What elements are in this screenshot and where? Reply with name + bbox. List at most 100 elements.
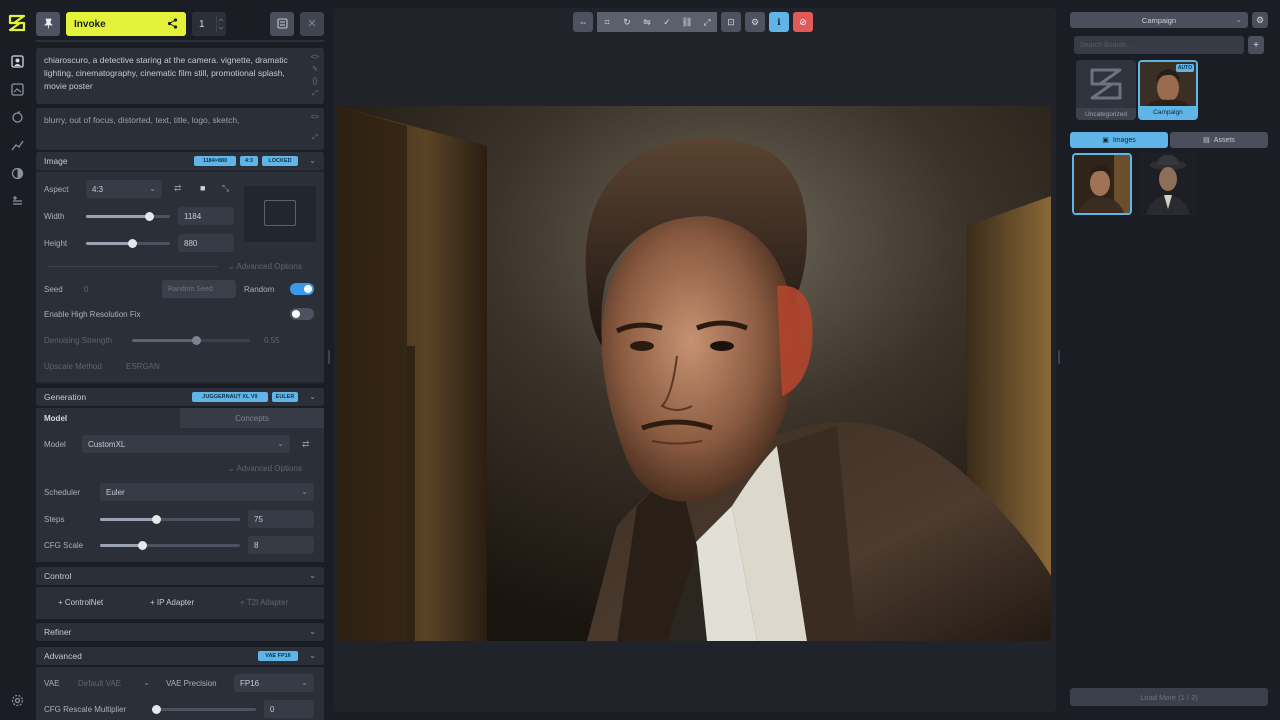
cfg-slider-thumb[interactable] [137, 541, 147, 550]
tab-concepts[interactable]: Concepts [180, 408, 324, 428]
image-icon[interactable] [9, 53, 25, 69]
add-board-button[interactable]: + [1248, 36, 1264, 54]
model-icon[interactable] [9, 137, 25, 153]
board-campaign[interactable]: AUTO Campaign [1138, 60, 1198, 120]
image-section-header[interactable]: Image 1184×880 4:3 LOCKED ⌄ [36, 152, 324, 170]
add-controlnet-button[interactable]: + ControlNet [58, 598, 103, 607]
board-uncategorized[interactable]: Uncategorized [1076, 60, 1136, 120]
tab-images[interactable]: ▣ Images [1070, 132, 1168, 148]
width-input[interactable]: 1184 [178, 207, 234, 225]
flip-button[interactable]: ⇋ [637, 12, 657, 32]
negative-embedding-icon[interactable]: <> [310, 112, 320, 124]
control-section-header[interactable]: Control ⌄ [36, 567, 324, 585]
image-advanced-label: Advanced Options [236, 262, 302, 271]
negative-prompt-field[interactable]: blurry, out of focus, distorted, text, t… [36, 108, 324, 150]
compare-button[interactable]: ⇔ [573, 12, 593, 32]
load-more-button[interactable]: Load More (1 / 2) [1070, 688, 1268, 706]
logo-icon[interactable] [6, 12, 28, 34]
gallery-panel: Campaign ⌄ ⚙ Search Boards... + Uncatego… [1064, 0, 1280, 720]
gallery-image-1[interactable] [1072, 153, 1132, 215]
height-input[interactable]: 880 [178, 234, 234, 252]
board-select[interactable]: Campaign ⌄ [1070, 12, 1248, 28]
cfg-rescale-slider[interactable] [152, 705, 256, 714]
steps-slider[interactable] [100, 515, 240, 524]
embedding-icon[interactable]: <> [310, 52, 320, 64]
board-search-input[interactable]: Search Boards... [1074, 36, 1244, 54]
cfg-rescale-thumb[interactable] [152, 705, 161, 714]
positive-prompt-field[interactable]: chiaroscuro, a detective staring at the … [36, 48, 324, 104]
expand-button[interactable]: ⤢ [697, 12, 717, 32]
generation-advanced-label: Advanced Options [236, 464, 302, 473]
aspect-preview [244, 186, 316, 242]
swap-icon[interactable]: ⇄ [174, 183, 182, 194]
expand-icon[interactable]: ⤢ [310, 88, 320, 100]
cfg-slider[interactable] [100, 541, 240, 550]
clear-queue-button[interactable] [300, 12, 324, 36]
canvas-icon[interactable] [9, 81, 25, 97]
negative-expand-icon[interactable]: ⤢ [310, 132, 320, 144]
height-slider[interactable] [86, 239, 170, 248]
height-slider-thumb[interactable] [127, 239, 137, 248]
pin-button[interactable] [36, 12, 60, 36]
seed-input[interactable]: 0 [78, 280, 154, 298]
info-button[interactable]: ℹ [769, 12, 789, 32]
right-resize-handle[interactable] [1058, 350, 1060, 364]
refresh-icon[interactable]: ⇄ [302, 439, 310, 450]
invoke-button[interactable]: Invoke [66, 12, 186, 36]
ratio-badge: 4:3 [240, 156, 258, 166]
link-button[interactable]: ⛓ [677, 12, 697, 32]
delete-button[interactable]: ⊘ [793, 12, 813, 32]
queue-icon[interactable] [9, 165, 25, 181]
cfg-rescale-input[interactable]: 0 [264, 700, 314, 718]
cfg-input[interactable]: 8 [248, 536, 314, 554]
tab-assets[interactable]: ▤ Assets [1170, 132, 1268, 148]
cancel-queue-button[interactable] [270, 12, 294, 36]
optimal-size-icon[interactable]: ⤡ [222, 183, 229, 194]
gallery-image-2[interactable] [1138, 153, 1198, 215]
iterations-input[interactable]: 1 [192, 12, 226, 36]
lock-icon[interactable]: ■ [200, 183, 205, 193]
upscale-select[interactable]: ESRGAN [120, 357, 314, 375]
gear-button[interactable]: ⚙ [745, 12, 765, 32]
width-slider[interactable] [86, 212, 170, 221]
steps-input[interactable]: 75 [248, 510, 314, 528]
random-seed-toggle[interactable] [290, 283, 314, 295]
locked-badge: LOCKED [262, 156, 298, 166]
hrf-toggle[interactable] [290, 308, 314, 320]
vae-select[interactable]: Default VAE ⌄ [72, 674, 156, 692]
denoise-input[interactable]: 0.55 [258, 331, 314, 349]
steps-slider-thumb[interactable] [151, 515, 161, 524]
rotate-button[interactable]: ↻ [617, 12, 637, 32]
layers-icon[interactable] [9, 193, 25, 209]
settings-icon[interactable] [9, 692, 25, 708]
scheduler-select[interactable]: Euler ⌄ [100, 483, 314, 501]
add-t2i-adapter-button[interactable]: + T2I Adapter [240, 598, 288, 607]
width-slider-thumb[interactable] [144, 212, 154, 221]
edit-icon[interactable]: ✎ [310, 64, 320, 76]
generation-section-header[interactable]: Generation JUGGERNAUT XL V9 EULER ⌄ [36, 388, 324, 406]
refiner-section-header[interactable]: Refiner ⌄ [36, 623, 324, 641]
check-button[interactable]: ✓ [657, 12, 677, 32]
model-select[interactable]: CustomXL ⌄ [82, 435, 290, 453]
random-seed-button[interactable]: Random Seed [162, 280, 236, 298]
iterations-stepper[interactable] [216, 15, 224, 33]
image-advanced-toggle[interactable]: ⌄ Advanced Options [228, 262, 302, 271]
board-search-placeholder: Search Boards... [1080, 41, 1133, 49]
vae-precision-select[interactable]: FP16 ⌄ [234, 674, 314, 692]
add-ip-adapter-button[interactable]: + IP Adapter [150, 598, 194, 607]
uncategorized-logo-icon [1090, 68, 1122, 100]
tab-model[interactable]: Model [36, 408, 180, 428]
crop-button[interactable]: ⌗ [597, 12, 617, 32]
gallery-settings-button[interactable]: ⚙ [1252, 12, 1268, 28]
generated-image[interactable] [337, 106, 1051, 641]
aspect-select[interactable]: 4:3 ⌄ [86, 180, 162, 198]
denoise-slider[interactable] [132, 336, 250, 345]
workflow-icon[interactable] [9, 109, 25, 125]
save-button[interactable]: ⊡ [721, 12, 741, 32]
upscale-value: ESRGAN [126, 361, 160, 371]
bracket-icon[interactable]: {} [310, 76, 320, 88]
advanced-section-header[interactable]: Advanced VAE FP16 ⌄ [36, 647, 324, 665]
left-resize-handle[interactable] [328, 350, 330, 364]
cfg-rescale-value: 0 [270, 704, 275, 714]
generation-advanced-toggle[interactable]: ⌄ Advanced Options [228, 464, 302, 473]
